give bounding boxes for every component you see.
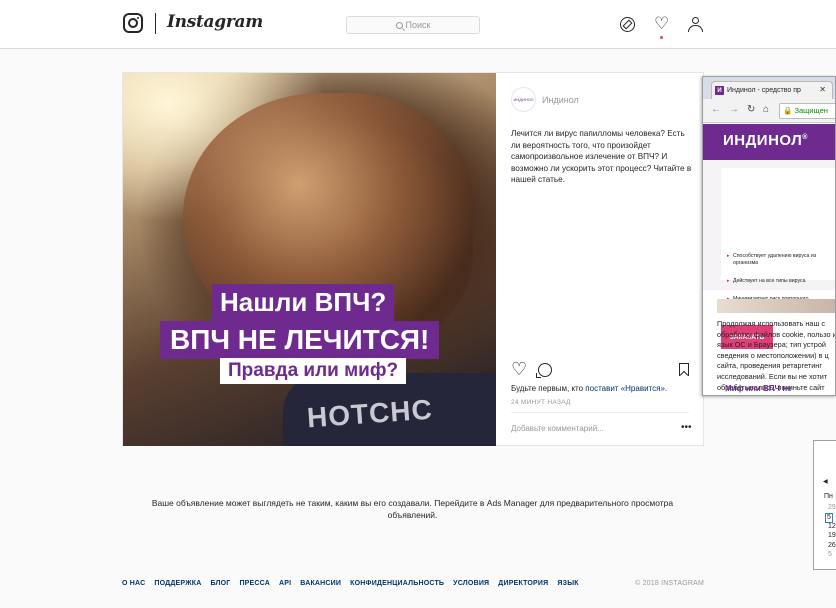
landing-image-strip	[717, 299, 835, 313]
logo-separator	[155, 13, 156, 34]
copyright: © 2018 INSTAGRAM	[635, 580, 704, 587]
home-icon[interactable]: ⌂	[763, 104, 769, 115]
brand-name: ИНДИНОЛ	[723, 132, 803, 149]
landing-features: Способствует удалению вируса из организм…	[703, 160, 835, 349]
bookmark-icon[interactable]	[679, 363, 689, 376]
footer-link-terms[interactable]: УСЛОВИЯ	[453, 580, 489, 587]
ads-preview-notice: Ваше объявление может выглядеть не таким…	[151, 498, 674, 520]
comment-input[interactable]: Добавьте комментарий...	[511, 424, 604, 433]
footer-link-support[interactable]: ПОДДЕРЖКА	[154, 580, 201, 587]
footer-link-press[interactable]: ПРЕССА	[239, 580, 270, 587]
calendar-day[interactable]: 26	[828, 542, 836, 550]
avatar[interactable]: ИНДИНОЛ	[511, 87, 536, 112]
calendar-day[interactable]: 29	[828, 504, 836, 512]
footer-link-language[interactable]: ЯЗЫК	[557, 580, 578, 587]
image-headline-2: ВПЧ НЕ ЛЕЧИТСЯ!	[160, 321, 440, 359]
calendar-day[interactable]: 19	[828, 532, 836, 540]
calendar-day-selected[interactable]: 5	[825, 513, 833, 523]
account-name[interactable]: Индинол	[542, 95, 579, 105]
browser-tab-bar: И Индинол - средство пр ✕	[703, 77, 835, 99]
browser-tab[interactable]: И Индинол - средство пр ✕	[711, 81, 833, 99]
post-card: HOTCHC Нашли ВПЧ? ВПЧ НЕ ЛЕЧИТСЯ! Правда…	[122, 72, 704, 446]
image-headline-1: Нашли ВПЧ?	[212, 284, 395, 321]
post-sidebar: ИНДИНОЛ Индинол Лечится ли вирус папилло…	[497, 73, 704, 445]
instagram-camera-icon[interactable]	[123, 13, 143, 33]
calendar-day[interactable]: 5	[828, 551, 832, 559]
compass-icon[interactable]	[620, 17, 635, 32]
post-image[interactable]: HOTCHC Нашли ВПЧ? ВПЧ НЕ ЛЕЧИТСЯ! Правда…	[123, 73, 496, 446]
footer-link-directory[interactable]: ДИРЕКТОРИЯ	[498, 580, 548, 587]
article-link[interactable]: Миф или ВПЧ не	[725, 384, 792, 393]
prev-month-arrow-icon[interactable]: ◀	[823, 478, 828, 485]
user-icon[interactable]	[688, 17, 703, 33]
heart-icon[interactable]: ♡	[654, 15, 669, 32]
forward-arrow-icon[interactable]: →	[729, 104, 739, 115]
close-tab-icon[interactable]: ✕	[819, 85, 826, 94]
footer-link-blog[interactable]: БЛОГ	[210, 580, 230, 587]
comment-icon[interactable]	[536, 363, 552, 378]
likes-prefix: Будьте первым, кто	[511, 384, 586, 393]
post-actions: ♡	[511, 360, 689, 379]
like-heart-icon[interactable]: ♡	[511, 360, 527, 378]
footer-link-jobs[interactable]: ВАКАНСИИ	[300, 580, 341, 587]
likes-line: Будьте первым, кто поставит «Нравится».	[511, 384, 667, 393]
footer-links: О НАС ПОДДЕРЖКА БЛОГ ПРЕССА API ВАКАНСИИ…	[122, 580, 579, 587]
tab-title: Индинол - средство пр	[727, 87, 801, 94]
landing-browser-window: И Индинол - средство пр ✕ ← → ↻ ⌂ 🔒 Защи…	[702, 76, 836, 396]
cookie-notice: Продолжая использовать наш с обработку ф…	[717, 319, 836, 392]
feature-item: Способствует удалению вируса из организм…	[727, 253, 835, 266]
feature-item: Действует на все типы вируса	[727, 278, 835, 285]
landing-brand-header: ИНДИНОЛ®	[703, 124, 835, 160]
like-link[interactable]: поставит «Нравится».	[585, 384, 667, 393]
more-options-icon[interactable]: •••	[681, 422, 692, 433]
top-navbar: Instagram Поиск ♡	[0, 0, 836, 49]
secure-label: Защищен	[794, 106, 828, 115]
address-bar[interactable]: 🔒 Защищен	[779, 103, 835, 119]
weekday-label: Пн	[824, 493, 833, 500]
post-caption: Лечится ли вирус папилломы человека? Ест…	[511, 129, 692, 185]
registered-mark: ®	[802, 134, 808, 141]
post-account[interactable]: ИНДИНОЛ Индинол	[511, 87, 579, 112]
back-arrow-icon[interactable]: ←	[711, 104, 721, 115]
footer-link-privacy[interactable]: КОНФИДЕНЦИАЛЬНОСТЬ	[350, 580, 444, 587]
search-icon	[395, 21, 403, 29]
instagram-wordmark[interactable]: Instagram	[167, 12, 263, 32]
favicon-icon: И	[715, 86, 724, 95]
image-headline-3: Правда или миф?	[220, 358, 407, 384]
reload-icon[interactable]: ↻	[747, 104, 755, 115]
footer-link-api[interactable]: API	[279, 580, 291, 587]
divider	[511, 412, 689, 413]
calendar-day[interactable]: 12	[828, 523, 836, 531]
browser-toolbar: ← → ↻ ⌂ 🔒 Защищен	[703, 99, 835, 123]
search-input[interactable]: Поиск	[346, 16, 480, 34]
calendar-widget: ◀ Пн 29 5 12 19 26 5	[813, 440, 836, 570]
footer: О НАС ПОДДЕРЖКА БЛОГ ПРЕССА API ВАКАНСИИ…	[122, 580, 704, 587]
post-timestamp: 24 МИНУТ НАЗАД	[511, 399, 571, 406]
search-placeholder: Поиск	[405, 20, 431, 30]
footer-link-about[interactable]: О НАС	[122, 580, 145, 587]
notification-dot	[660, 36, 663, 39]
